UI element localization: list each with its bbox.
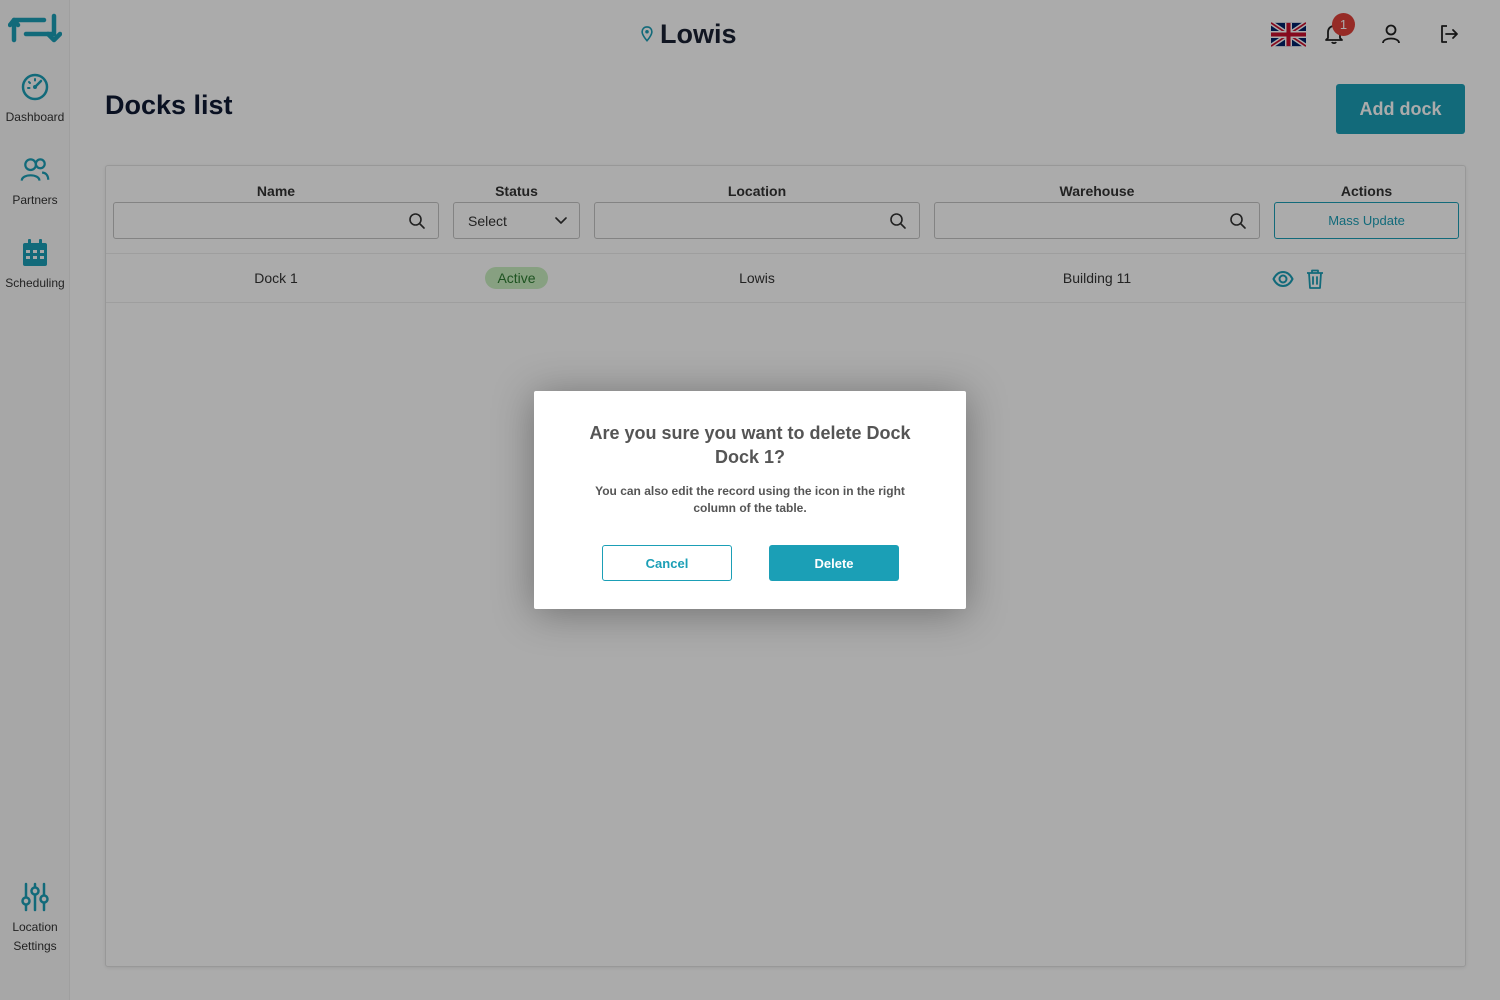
dialog-message: You can also edit the record using the i… [595, 484, 905, 515]
dialog-title: Are you sure you want to delete Dock Doc… [589, 423, 911, 467]
cancel-button[interactable]: Cancel [602, 545, 732, 581]
delete-confirmation-dialog: Are you sure you want to delete Dock Doc… [534, 391, 966, 609]
delete-button[interactable]: Delete [769, 545, 899, 581]
